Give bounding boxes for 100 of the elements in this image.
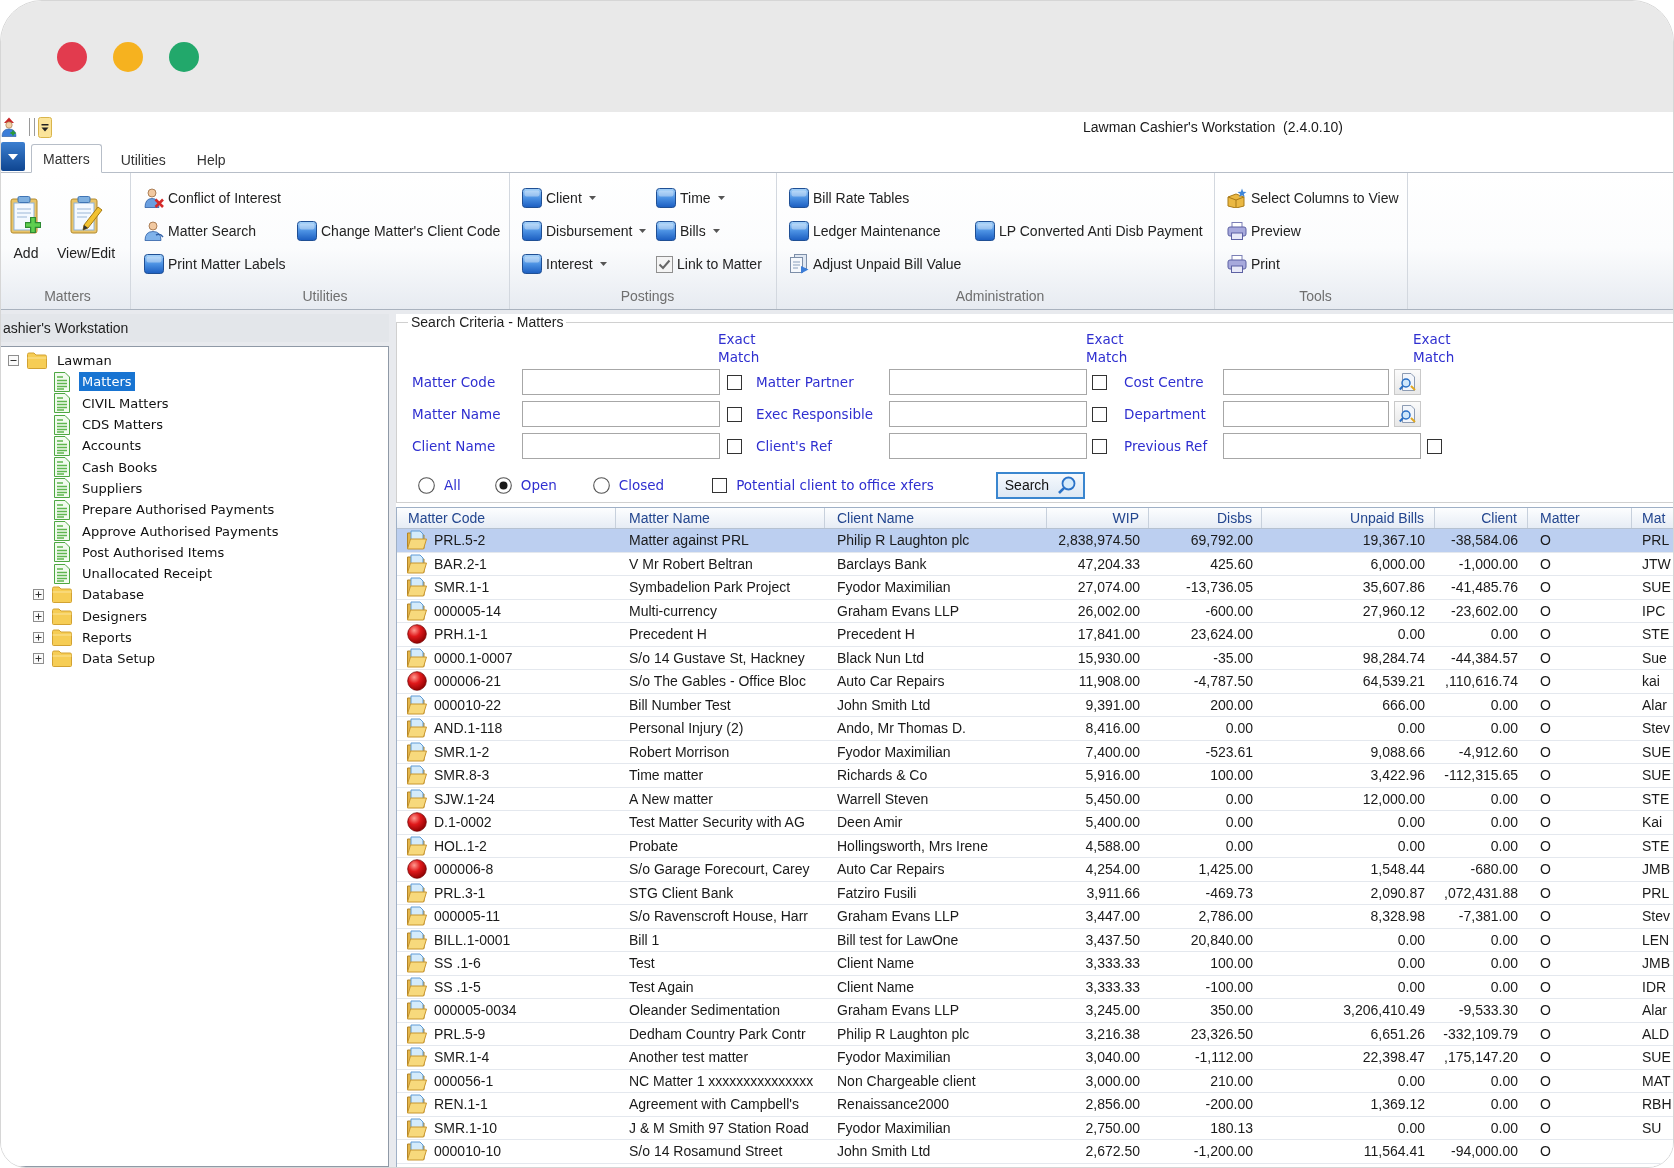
column-header[interactable]: Disbs	[1149, 508, 1262, 528]
text-field[interactable]	[522, 433, 720, 459]
ribbon-large-button[interactable]: View/Edit	[53, 183, 120, 279]
tree-item[interactable]: Accounts	[79, 436, 145, 456]
ribbon-tab[interactable]: Matters	[31, 144, 102, 173]
tree-item[interactable]: Data Setup	[79, 649, 158, 669]
column-header[interactable]: Matter Name	[616, 508, 825, 528]
tree-item[interactable]: Cash Books	[79, 457, 161, 477]
ribbon-button[interactable]: Matter Search	[141, 214, 259, 248]
search-button[interactable]: Search	[995, 471, 1086, 499]
text-field[interactable]	[889, 433, 1087, 459]
ribbon-large-button[interactable]: Add	[5, 183, 47, 279]
ribbon-button[interactable]: Interest	[519, 247, 610, 281]
table-row[interactable]: BILL.1-0001 Bill 1 Bill test for LawOne 3,437.50 20,840.00 0.00 0.00 O LEN	[397, 928, 1673, 952]
tree-item[interactable]: Post Authorised Items	[79, 542, 228, 562]
tree-item[interactable]: CDS Matters	[79, 415, 166, 435]
tree-item[interactable]: Designers	[79, 606, 150, 626]
potential-client-checkbox[interactable]: Potential client to office xfers	[712, 477, 934, 493]
status-radio[interactable]: Closed	[592, 476, 665, 494]
text-field[interactable]	[522, 369, 720, 395]
ribbon-button[interactable]: Disbursement	[519, 214, 650, 248]
tree-item[interactable]: Lawman	[54, 351, 115, 371]
column-header[interactable]: Client	[1435, 508, 1528, 528]
table-row[interactable]: SMR.1-2 Robert Morrison Fyodor Maximilian 7,400.00 -523.61 9,088.66 -4,912.60 O SUE	[397, 740, 1673, 764]
table-row[interactable]: 000010-22 Bill Number Test John Smith Ltd 9,391.00 200.00 666.00 0.00 O Alar	[397, 693, 1673, 717]
ribbon-button[interactable]: Client	[519, 181, 599, 215]
column-header[interactable]: Unpaid Bills	[1262, 508, 1435, 528]
tree-item[interactable]: Approve Authorised Payments	[79, 521, 282, 541]
ribbon-button[interactable]: Bill Rate Tables	[786, 181, 913, 215]
table-row[interactable]: SJW.1-24 A New matter Warrell Steven 5,450.00 0.00 12,000.00 0.00 O STE	[397, 787, 1673, 811]
lookup-button[interactable]	[1394, 369, 1421, 395]
table-row[interactable]: SS .1-5 Test Again Client Name 3,333.33 -100.00 0.00 0.00 O IDR	[397, 975, 1673, 999]
ribbon-button[interactable]: Change Matter's Client Code	[294, 214, 504, 248]
ribbon-button[interactable]: Print	[1224, 247, 1283, 281]
expand-icon[interactable]	[33, 589, 44, 601]
column-header[interactable]: Matter	[1528, 508, 1632, 528]
app-menu-icon[interactable]	[1, 142, 25, 171]
ribbon-checkbox[interactable]: Link to Matter	[653, 247, 765, 281]
text-field[interactable]	[1223, 369, 1389, 395]
table-row[interactable]: AND.1-118 Personal Injury (2) Ando, Mr Thomas D. 8,416.00 0.00 0.00 0.00 O Stev	[397, 717, 1673, 741]
table-row[interactable]: PRL.5-9 Dedham Country Park Contr Philip R Laughton plc 3,216.38 23,326.50 6,651.26 -332,109.79 O ALD	[397, 1022, 1673, 1046]
table-row[interactable]: SMR.1-10 J & M Smith 97 Station Road Fyodor Maximilian 2,750.00 180.13 0.00 0.00 O SU	[397, 1116, 1673, 1140]
exact-match-checkbox[interactable]	[727, 374, 742, 390]
expand-icon[interactable]	[33, 653, 44, 665]
table-row[interactable]: PRL.3-1 STG Client Bank Fatziro Fusili 3,911.66 -469.73 2,090.87 ,072,431.88 O PRL	[397, 881, 1673, 905]
text-field[interactable]	[889, 401, 1087, 427]
tree-item[interactable]: Unallocated Receipt	[79, 564, 216, 584]
exact-match-checkbox[interactable]	[727, 406, 742, 422]
table-row[interactable]: SMR.8-3 Time matter Richards & Co 5,916.00 100.00 3,422.96 -112,315.65 O SUE	[397, 764, 1673, 788]
close-icon[interactable]	[57, 41, 87, 72]
text-field[interactable]	[1223, 433, 1421, 459]
table-row[interactable]: D.1-0002 Test Matter Security with AG Deen Amir 5,400.00 0.00 0.00 0.00 O Kai	[397, 811, 1673, 835]
table-row[interactable]: 000006-8 S/o Garage Forecourt, Carey Auto Car Repairs 4,254.00 1,425.00 1,548.44 -680.00 O JMB	[397, 858, 1673, 882]
table-row[interactable]: 000056-1 NC Matter 1 xxxxxxxxxxxxxxx Non Chargeable client 3,000.00 210.00 0.00 0.00 O MAT	[397, 1069, 1673, 1093]
text-field[interactable]	[1223, 401, 1389, 427]
ribbon-button[interactable]: Adjust Unpaid Bill Value	[786, 247, 965, 281]
table-row[interactable]: PRH.1-1 Precedent H Precedent H 17,841.00 23,624.00 0.00 0.00 O STE	[397, 623, 1673, 647]
ribbon-button[interactable]: Conflict of Interest	[141, 181, 284, 215]
table-row[interactable]: 000010-10 S/o 14 Rosamund Street John Smith Ltd 2,672.50 -1,200.00 11,564.41 -94,000.00 O	[397, 1140, 1673, 1164]
status-radio[interactable]: Open	[494, 476, 557, 494]
exact-match-checkbox[interactable]	[1092, 406, 1107, 422]
ribbon-button[interactable]: Select Columns to View	[1224, 181, 1402, 215]
tree-item[interactable]: Suppliers	[79, 478, 146, 498]
table-row[interactable]: SMR.1-4 Another test matter Fyodor Maximilian 3,040.00 -1,112.00 22,398.47 ,175,147.20 O SUE	[397, 1046, 1673, 1070]
ribbon-button[interactable]: Bills	[653, 214, 723, 248]
exact-match-checkbox[interactable]	[1427, 438, 1442, 454]
tree-item[interactable]: Reports	[79, 628, 135, 647]
exact-match-checkbox[interactable]	[1092, 438, 1107, 454]
ribbon-tab[interactable]: Utilities	[108, 145, 178, 173]
ribbon-button[interactable]: Print Matter Labels	[141, 247, 289, 281]
table-row[interactable]: HOL.1-2 Probate Hollingsworth, Mrs Irene 4,588.00 0.00 0.00 0.00 O STE	[397, 834, 1673, 858]
column-header[interactable]: Matter Code	[397, 508, 616, 528]
customize-caret-icon[interactable]	[38, 116, 52, 138]
exact-match-checkbox[interactable]	[1092, 374, 1107, 390]
table-row[interactable]: 000005-0034 Oleander Sedimentation Graham Evans LLP 3,245.00 350.00 3,206,410.49 -9,533.30 O Alar	[397, 999, 1673, 1023]
expand-icon[interactable]	[33, 610, 44, 622]
ribbon-button[interactable]: Preview	[1224, 214, 1304, 248]
app-icon[interactable]	[1, 117, 17, 137]
expand-icon[interactable]	[33, 632, 44, 643]
column-header[interactable]: Client Name	[825, 508, 1047, 528]
lookup-button[interactable]	[1394, 401, 1421, 427]
tree-item[interactable]: Prepare Authorised Payments	[79, 500, 278, 520]
table-row[interactable]: 0000.1-0007 S/o 14 Gustave St, Hackney Black Nun Ltd 15,930.00 -35.00 98,284.74 -44,384.57 O Sue	[397, 646, 1673, 670]
table-row[interactable]: 000006-21 S/o The Gables - Office Bloc Auto Car Repairs 11,908.00 -4,787.50 64,539.21 ,110,616.74 O kai	[397, 670, 1673, 694]
table-row[interactable]: SMR.1-1 Symbadelion Park Project Fyodor Maximilian 27,074.00 -13,736.05 35,607.86 -41,485.76 O SUE	[397, 576, 1673, 600]
table-row[interactable]: 000005-14 Multi-currency Graham Evans LLP 26,002.00 -600.00 27,960.12 -23,602.00 O IPC	[397, 599, 1673, 623]
table-row[interactable]: SS .1-6 Test Client Name 3,333.33 100.00 0.00 0.00 O JMB	[397, 952, 1673, 976]
ribbon-button[interactable]: Time	[653, 181, 728, 215]
tree-item[interactable]: Database	[79, 585, 148, 605]
ribbon-button[interactable]: Ledger Maintenance	[786, 214, 944, 248]
column-header[interactable]: Mat	[1632, 508, 1673, 528]
table-row[interactable]: BAR.2-1 V Mr Robert Beltran Barclays Bank 47,204.33 425.60 6,000.00 -1,000.00 O JTW	[397, 552, 1673, 576]
table-row[interactable]: REN.1-1 Agreement with Campbell's Renaissance2000 2,856.00 -200.00 1,369.12 0.00 O RBH	[397, 1093, 1673, 1117]
table-row[interactable]: 000005-11 S/o Ravenscroft House, Harr Graham Evans LLP 3,447.00 2,786.00 8,328.98 -7,381.00 O Stev	[397, 905, 1673, 929]
ribbon-button[interactable]: LP Converted Anti Disb Payment	[972, 214, 1206, 248]
ribbon-tab[interactable]: Help	[184, 145, 238, 173]
column-header[interactable]: WIP	[1047, 508, 1149, 528]
tree-item[interactable]: CIVIL Matters	[79, 393, 172, 413]
collapse-icon[interactable]	[8, 355, 19, 367]
exact-match-checkbox[interactable]	[727, 438, 742, 454]
